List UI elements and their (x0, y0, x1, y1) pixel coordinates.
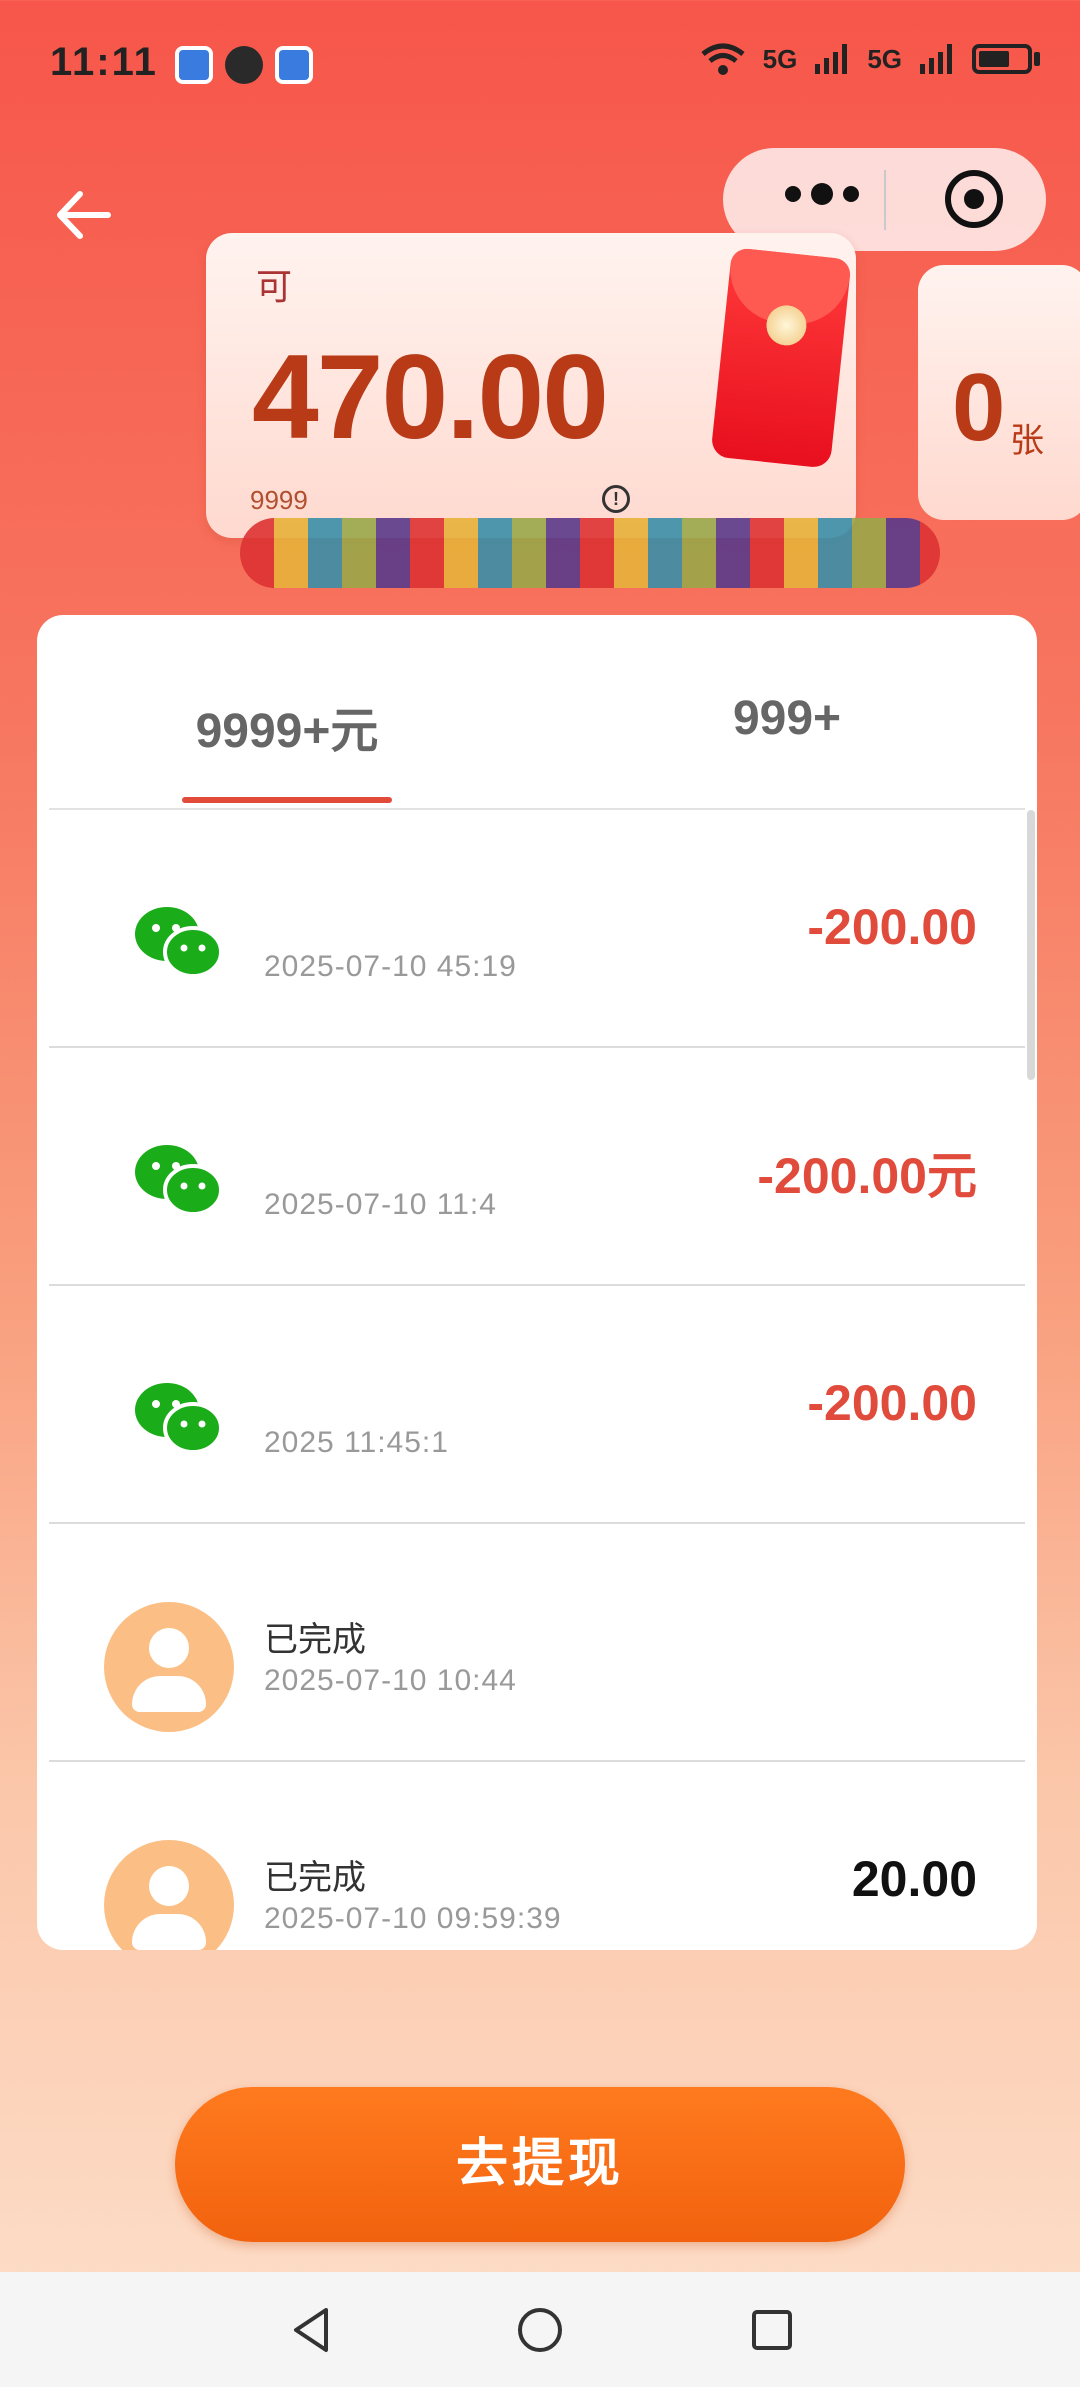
balance-card: 可 470.00 9999 ! (206, 233, 856, 538)
coupon-card[interactable]: 0 张 (918, 265, 1080, 520)
list-item[interactable]: 2025-07-10 11:4 -200.00元 (49, 1048, 1025, 1286)
tab-label (37, 645, 537, 681)
record-title: 已完成 (264, 1621, 366, 1659)
user-avatar-icon (104, 1602, 234, 1732)
mosaic-overlay (240, 518, 940, 588)
tab-bar: 9999+元 999+ (37, 615, 1037, 810)
balance-label: 可 (256, 266, 293, 307)
balance-amount: 470.00 (252, 330, 609, 464)
tab-value: 9999+元 (195, 705, 379, 758)
coupon-unit: 张 (1010, 422, 1044, 460)
system-indicators: 5G 5G (701, 42, 1040, 76)
record-title: 已完成 (264, 1859, 366, 1897)
record-amount: -200.00元 (757, 1148, 977, 1204)
wechat-icon (135, 1383, 223, 1454)
wechat-icon (135, 1145, 223, 1216)
record-time: 2025-07-10 45:19 (264, 950, 517, 983)
tab-amount[interactable]: 9999+元 (37, 645, 537, 761)
record-time: 2025 11:45:1 (264, 1426, 449, 1459)
record-amount: 20.00 (851, 1851, 977, 1907)
record-amount: -200.00 (807, 1375, 977, 1431)
user-avatar-icon (104, 1840, 234, 1950)
tab-label (537, 645, 1037, 681)
arrow-left-icon[interactable] (48, 180, 118, 250)
wifi-icon (701, 43, 745, 75)
battery-icon (972, 44, 1032, 74)
list-item[interactable]: 已完成 2025-07-10 09:59:39 20.00 (49, 1762, 1025, 1950)
signal-5g-label: 5G (762, 43, 798, 74)
tab-indicator (182, 797, 392, 803)
record-amount: -200.00 (807, 899, 977, 955)
list-item[interactable]: 2025 11:45:1 -200.00 (49, 1286, 1025, 1524)
system-nav-bar (0, 2272, 1080, 2387)
record-time: 2025-07-10 10:44 (264, 1664, 517, 1697)
coupon-count: 0 (952, 354, 1006, 461)
nav-recent-icon[interactable] (742, 2300, 802, 2360)
signal-bars-icon (920, 44, 952, 74)
nav-home-icon[interactable] (510, 2300, 570, 2360)
balance-total: 9999 (250, 485, 308, 515)
info-icon[interactable]: ! (602, 485, 630, 513)
more-dots-icon[interactable] (785, 183, 859, 205)
target-circle-icon[interactable] (945, 170, 1003, 228)
record-time: 2025-07-10 09:59:39 (264, 1902, 562, 1935)
list-item[interactable]: 已完成 2025-07-10 10:44 (49, 1524, 1025, 1762)
wechat-icon (135, 907, 223, 978)
list-item[interactable]: 2025-07-10 45:19 -200.00 (49, 810, 1025, 1048)
signal-bars-icon (815, 44, 848, 74)
withdraw-button[interactable]: 去提现 (175, 2087, 905, 2242)
capsule-divider (884, 170, 886, 230)
scrollbar[interactable] (1027, 810, 1035, 1080)
wechat-notification-icon (225, 46, 263, 84)
status-time: 11:11 (50, 40, 158, 84)
red-envelope-icon (710, 247, 852, 469)
status-bar: 11:11 5G 5G (0, 0, 1080, 130)
records-list: 2025-07-10 45:19 -200.00 2025-07-10 11:4… (37, 810, 1037, 1950)
record-time: 2025-07-10 11:4 (264, 1188, 497, 1221)
signal-5g-label: 5G (867, 43, 902, 74)
app-notification-icon (175, 46, 213, 84)
tab-value: 999+ (732, 692, 842, 745)
records-card: 9999+元 999+ 2025-07-10 45:19 -200.00 202… (37, 615, 1037, 1950)
tab-count[interactable]: 999+ (537, 645, 1037, 746)
battery-tip (1034, 52, 1040, 66)
app-notification-icon (275, 46, 313, 84)
nav-back-icon[interactable] (282, 2300, 342, 2360)
